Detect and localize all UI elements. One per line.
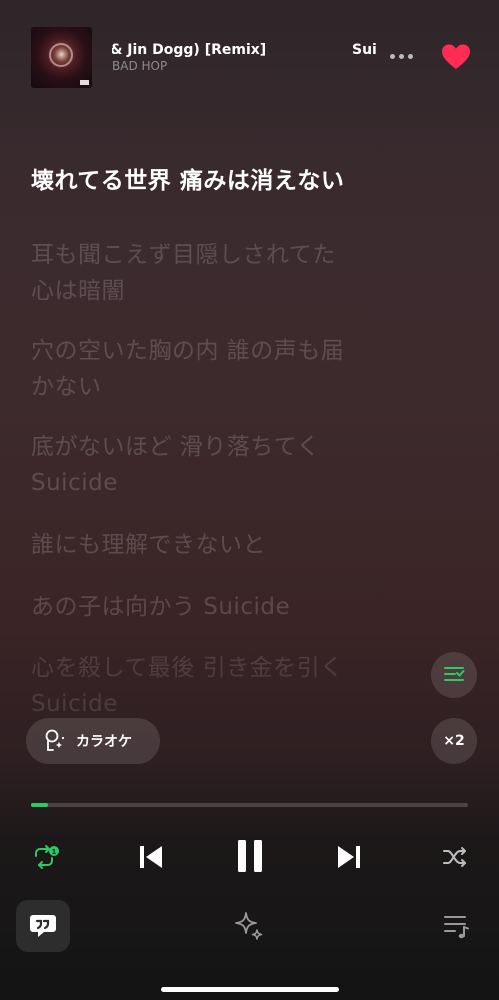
- lyric-line[interactable]: あの子は向かう Suicide: [31, 589, 471, 625]
- lyric-line[interactable]: 耳も聞こえず目隠しされてた 心は暗闇: [31, 237, 471, 309]
- next-icon: [338, 846, 360, 868]
- lyric-line[interactable]: 底がないほど 滑り落ちてく Suicide: [31, 429, 471, 501]
- playlist-button[interactable]: [440, 910, 474, 942]
- karaoke-button[interactable]: カラオケ: [26, 718, 160, 764]
- previous-icon: [140, 846, 162, 868]
- queue-icon: [444, 667, 465, 681]
- progress-bar[interactable]: [31, 803, 468, 807]
- speed-label: ×2: [443, 733, 465, 749]
- previous-button[interactable]: [134, 840, 168, 874]
- track-title: eyoshi & Jin Dogg) [Remix]: [112, 42, 267, 58]
- lyric-line[interactable]: 誰にも理解できないと: [31, 527, 471, 563]
- shuffle-icon: [443, 847, 466, 867]
- playlist-icon: [444, 916, 469, 939]
- album-art-tag: [80, 80, 89, 85]
- sparkle-button[interactable]: [231, 908, 267, 944]
- track-title-next: Sui: [352, 42, 377, 58]
- lyrics-tab-button[interactable]: [16, 900, 70, 952]
- artist-name[interactable]: BAD HOP: [112, 59, 167, 73]
- repeat-button[interactable]: 1: [28, 840, 62, 874]
- more-icon[interactable]: [388, 46, 416, 66]
- repeat-one-icon: 1: [35, 845, 59, 869]
- album-art-ring: [49, 43, 73, 67]
- svg-text:1: 1: [52, 849, 56, 856]
- lyric-line[interactable]: 穴の空いた胸の内 誰の声も届 かない: [31, 333, 471, 405]
- sparkle-icon: [235, 912, 263, 940]
- heart-icon[interactable]: [441, 43, 471, 71]
- next-button[interactable]: [332, 840, 366, 874]
- album-art[interactable]: [31, 27, 92, 88]
- karaoke-mic-icon: [45, 729, 65, 751]
- now-playing-header: eyoshi & Jin Dogg) [Remix] Sui BAD HOP: [0, 0, 499, 110]
- pause-icon: [238, 840, 262, 872]
- speed-button[interactable]: ×2: [431, 718, 477, 764]
- karaoke-label: カラオケ: [76, 734, 132, 750]
- pause-button[interactable]: [230, 836, 270, 876]
- lyric-line-current[interactable]: 壊れてる世界 痛みは消えない: [31, 163, 471, 199]
- home-indicator[interactable]: [161, 987, 339, 992]
- queue-button[interactable]: [431, 652, 477, 698]
- lyrics-bubble-icon: [30, 915, 56, 937]
- shuffle-button[interactable]: [438, 840, 472, 874]
- lyric-line[interactable]: 心を殺して最後 引き金を引く Suicide: [31, 650, 471, 722]
- progress-fill: [31, 803, 49, 807]
